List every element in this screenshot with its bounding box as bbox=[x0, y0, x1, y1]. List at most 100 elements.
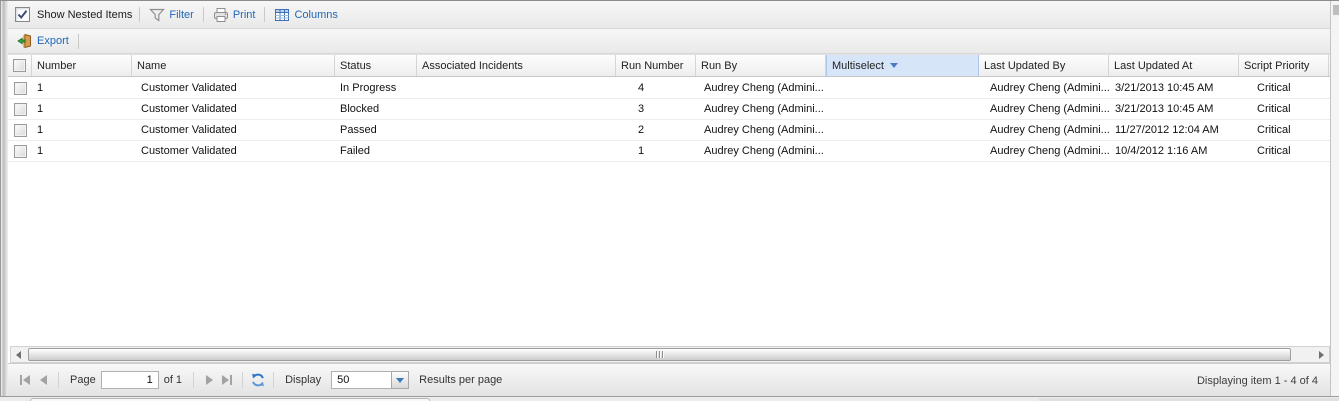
pager-separator bbox=[242, 372, 243, 388]
next-page-button[interactable] bbox=[200, 371, 218, 389]
cell-last-updated-at: 3/21/2013 10:45 AM bbox=[1109, 99, 1239, 119]
column-header-last-updated-by[interactable]: Last Updated By bbox=[979, 55, 1109, 76]
chevron-down-icon bbox=[396, 378, 404, 383]
next-page-icon bbox=[206, 375, 213, 385]
table-row[interactable]: 1 Customer Validated Passed 2 Audrey Che… bbox=[8, 120, 1330, 141]
export-button[interactable]: Export bbox=[15, 31, 71, 51]
cell-last-updated-at: 11/27/2012 12:04 AM bbox=[1109, 120, 1239, 140]
row-checkbox[interactable] bbox=[14, 124, 27, 137]
cell-script-priority: Critical bbox=[1239, 141, 1329, 161]
column-header-run-by[interactable]: Run By bbox=[696, 55, 826, 76]
column-header-run-number[interactable]: Run Number bbox=[616, 55, 696, 76]
column-header-label: Script Priority bbox=[1244, 60, 1309, 72]
scroll-right-button[interactable] bbox=[1314, 347, 1329, 362]
cell-status: In Progress bbox=[335, 78, 417, 98]
cell-name: Customer Validated bbox=[132, 78, 335, 98]
combo-trigger-button[interactable] bbox=[391, 371, 409, 389]
cell-run-by: Audrey Cheng (Admini... bbox=[696, 78, 826, 98]
checkmark-icon bbox=[17, 9, 28, 20]
row-checkbox[interactable] bbox=[14, 103, 27, 116]
left-splitter-handle[interactable] bbox=[0, 1, 8, 401]
display-label: Display bbox=[285, 374, 321, 386]
export-label: Export bbox=[37, 35, 69, 47]
cell-run-number: 2 bbox=[616, 120, 696, 140]
cell-name: Customer Validated bbox=[132, 99, 335, 119]
column-header-last-updated-at[interactable]: Last Updated At bbox=[1109, 55, 1239, 76]
last-page-icon bbox=[230, 375, 232, 385]
row-checkbox-cell bbox=[8, 120, 32, 140]
filter-funnel-icon bbox=[149, 7, 165, 23]
horizontal-scrollbar[interactable] bbox=[10, 346, 1330, 363]
grid-body: 1 Customer Validated In Progress 4 Audre… bbox=[8, 78, 1330, 162]
row-checkbox[interactable] bbox=[14, 145, 27, 158]
column-header-status[interactable]: Status bbox=[335, 55, 417, 76]
column-header-label: Associated Incidents bbox=[422, 60, 523, 72]
column-header-number[interactable]: Number bbox=[32, 55, 132, 76]
print-label: Print bbox=[233, 9, 256, 21]
scrollbar-thumb[interactable] bbox=[28, 348, 1291, 361]
column-header-associated-incidents[interactable]: Associated Incidents bbox=[417, 55, 616, 76]
displaying-status: Displaying item 1 - 4 of 4 bbox=[1197, 364, 1318, 397]
cell-last-updated-by: Audrey Cheng (Admini... bbox=[979, 99, 1109, 119]
grid-panel: Show Nested Items Filter Print bbox=[8, 1, 1339, 401]
table-row[interactable]: 1 Customer Validated Failed 1 Audrey Che… bbox=[8, 141, 1330, 162]
toolbar-separator bbox=[139, 7, 140, 22]
page-size-combo[interactable]: 50 bbox=[331, 371, 409, 389]
table-row[interactable]: 1 Customer Validated Blocked 3 Audrey Ch… bbox=[8, 99, 1330, 120]
first-page-icon bbox=[23, 375, 30, 385]
cell-script-priority: Critical bbox=[1239, 78, 1329, 98]
cell-number: 1 bbox=[32, 141, 132, 161]
first-page-icon bbox=[20, 375, 22, 385]
thumb-grip-icon bbox=[656, 351, 657, 358]
toolbar-separator bbox=[78, 34, 79, 49]
left-arrow-icon bbox=[16, 351, 21, 359]
cell-number: 1 bbox=[32, 78, 132, 98]
select-all-checkbox-cell bbox=[8, 55, 32, 76]
cell-associated-incidents bbox=[417, 99, 616, 119]
columns-label: Columns bbox=[294, 9, 337, 21]
cell-run-by: Audrey Cheng (Admini... bbox=[696, 141, 826, 161]
show-nested-checkbox[interactable] bbox=[15, 7, 30, 22]
cell-run-by: Audrey Cheng (Admini... bbox=[696, 120, 826, 140]
show-nested-label: Show Nested Items bbox=[37, 9, 132, 21]
thumb-grip-icon bbox=[659, 351, 660, 358]
export-toolbar: Export bbox=[8, 29, 1330, 54]
bottom-cutoff-panel bbox=[0, 396, 1339, 401]
scroll-left-button[interactable] bbox=[11, 347, 26, 362]
cell-multiselect bbox=[826, 78, 979, 98]
column-header-script-priority[interactable]: Script Priority bbox=[1239, 55, 1329, 76]
pager-separator bbox=[273, 372, 274, 388]
column-header-label: Number bbox=[37, 60, 76, 72]
select-all-checkbox[interactable] bbox=[13, 59, 26, 72]
first-page-button[interactable] bbox=[16, 371, 34, 389]
right-arrow-icon bbox=[1319, 351, 1324, 359]
paging-toolbar: Page of 1 Display 50 Results per bbox=[8, 363, 1330, 396]
cell-name: Customer Validated bbox=[132, 141, 335, 161]
page-of-label: of 1 bbox=[164, 374, 182, 386]
cell-status: Failed bbox=[335, 141, 417, 161]
page-number-input[interactable] bbox=[101, 371, 159, 389]
filter-button[interactable]: Filter bbox=[147, 5, 195, 25]
grid-header-row: Number Name Status Associated Incidents … bbox=[8, 54, 1330, 77]
row-checkbox[interactable] bbox=[14, 82, 27, 95]
column-header-label: Last Updated By bbox=[984, 60, 1065, 72]
prev-page-button[interactable] bbox=[34, 371, 52, 389]
last-page-icon bbox=[222, 375, 229, 385]
cell-script-priority: Critical bbox=[1239, 99, 1329, 119]
column-header-multiselect[interactable]: Multiselect bbox=[826, 55, 979, 76]
column-menu-arrow-icon[interactable] bbox=[890, 63, 898, 68]
column-header-label: Name bbox=[137, 60, 166, 72]
last-page-button[interactable] bbox=[218, 371, 236, 389]
refresh-icon bbox=[250, 372, 266, 388]
pager-separator bbox=[193, 372, 194, 388]
print-button[interactable]: Print bbox=[211, 5, 258, 25]
cell-multiselect bbox=[826, 141, 979, 161]
table-row[interactable]: 1 Customer Validated In Progress 4 Audre… bbox=[8, 78, 1330, 99]
columns-button[interactable]: Columns bbox=[272, 5, 339, 25]
cell-last-updated-by: Audrey Cheng (Admini... bbox=[979, 120, 1109, 140]
cell-last-updated-at: 3/21/2013 10:45 AM bbox=[1109, 78, 1239, 98]
cell-associated-incidents bbox=[417, 141, 616, 161]
column-header-name[interactable]: Name bbox=[132, 55, 335, 76]
top-toolbar: Show Nested Items Filter Print bbox=[8, 1, 1330, 29]
refresh-button[interactable] bbox=[249, 371, 267, 389]
